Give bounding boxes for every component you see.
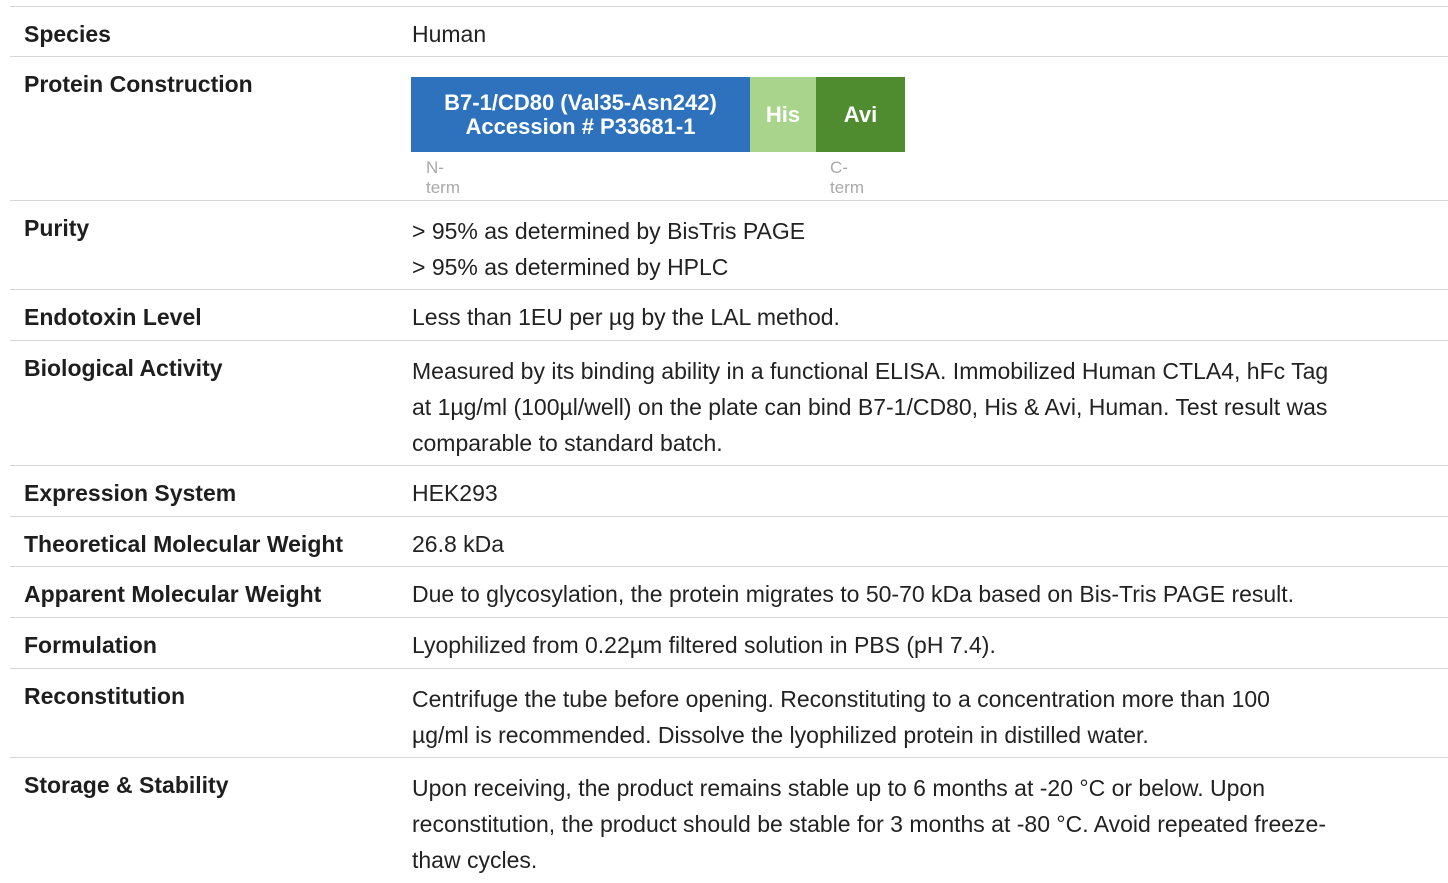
species-value: Human xyxy=(412,7,1448,56)
purity-line-page: > 95% as determined by BisTris PAGE xyxy=(412,218,806,244)
row-expression-system: Expression System HEK293 xyxy=(10,466,1448,517)
storage-stability-line-3: thaw cycles. xyxy=(412,847,538,873)
storage-stability-label: Storage & Stability xyxy=(24,772,229,798)
formulation-label: Formulation xyxy=(24,632,157,658)
expression-system-line: HEK293 xyxy=(412,480,498,506)
reconstitution-line-2: µg/ml is recommended. Dissolve the lyoph… xyxy=(412,722,1149,748)
n-term-label: N-term xyxy=(426,158,460,197)
purity-line-hplc: > 95% as determined by HPLC xyxy=(412,254,729,280)
expression-system-value: HEK293 xyxy=(412,466,1448,516)
apparent-molecular-weight-label: Apparent Molecular Weight xyxy=(24,581,322,607)
construct-segment-main: B7-1/CD80 (Val35-Asn242) Accession # P33… xyxy=(411,77,750,152)
expression-system-label: Expression System xyxy=(24,480,237,506)
apparent-molecular-weight-value: Due to glycosylation, the protein migrat… xyxy=(412,567,1448,617)
construct-main-name: B7-1/CD80 (Val35-Asn242) xyxy=(444,89,717,115)
construct-segment-avi: Avi xyxy=(816,77,905,152)
protein-construction-label: Protein Construction xyxy=(24,71,253,97)
row-theoretical-molecular-weight: Theoretical Molecular Weight 26.8 kDa xyxy=(10,517,1448,567)
apparent-molecular-weight-line: Due to glycosylation, the protein migrat… xyxy=(412,581,1295,607)
purity-label: Purity xyxy=(24,215,90,241)
construct-main-accession: Accession # P33681-1 xyxy=(465,113,696,139)
storage-stability-line-2: reconstitution, the product should be st… xyxy=(412,811,1326,837)
row-apparent-molecular-weight: Apparent Molecular Weight Due to glycosy… xyxy=(10,567,1448,618)
construct-avi-label: Avi xyxy=(843,101,878,127)
endotoxin-level-line: Less than 1EU per µg by the LAL method. xyxy=(412,304,840,330)
species-value-line: Human xyxy=(412,21,487,47)
biological-activity-line-1: Measured by its binding ability in a fun… xyxy=(412,358,1329,384)
row-purity: Purity > 95% as determined by BisTris PA… xyxy=(10,201,1448,290)
formulation-line: Lyophilized from 0.22µm filtered solutio… xyxy=(412,632,996,658)
reconstitution-line-1: Centrifuge the tube before opening. Reco… xyxy=(412,686,1270,712)
endotoxin-level-value: Less than 1EU per µg by the LAL method. xyxy=(412,290,1448,340)
row-storage-stability: Storage & Stability Upon receiving, the … xyxy=(10,758,1448,883)
biological-activity-label: Biological Activity xyxy=(24,355,223,381)
reconstitution-label: Reconstitution xyxy=(24,683,185,709)
biological-activity-line-2: at 1µg/ml (100µl/well) on the plate can … xyxy=(412,394,1328,420)
endotoxin-level-label: Endotoxin Level xyxy=(24,304,202,330)
biological-activity-line-3: comparable to standard batch. xyxy=(412,430,723,456)
row-formulation: Formulation Lyophilized from 0.22µm filt… xyxy=(10,618,1448,669)
species-label: Species xyxy=(24,21,111,47)
theoretical-molecular-weight-label: Theoretical Molecular Weight xyxy=(24,531,344,557)
row-reconstitution: Reconstitution Centrifuge the tube befor… xyxy=(10,669,1448,758)
row-biological-activity: Biological Activity Measured by its bind… xyxy=(10,341,1448,466)
row-species: Species Human xyxy=(10,7,1448,57)
theoretical-molecular-weight-value: 26.8 kDa xyxy=(412,517,1448,566)
theoretical-molecular-weight-line: 26.8 kDa xyxy=(412,531,505,557)
row-endotoxin-level: Endotoxin Level Less than 1EU per µg by … xyxy=(10,290,1448,341)
biological-activity-value: Measured by its binding ability in a fun… xyxy=(412,341,1448,465)
storage-stability-line-1: Upon receiving, the product remains stab… xyxy=(412,775,1265,801)
construct-his-label: His xyxy=(765,101,801,127)
c-term-label: C-term xyxy=(830,158,864,197)
formulation-value: Lyophilized from 0.22µm filtered solutio… xyxy=(412,618,1448,668)
purity-value: > 95% as determined by BisTris PAGE > 95… xyxy=(412,201,1448,289)
storage-stability-value: Upon receiving, the product remains stab… xyxy=(412,758,1448,883)
construct-bar: B7-1/CD80 (Val35-Asn242) Accession # P33… xyxy=(411,77,905,152)
construct-segment-his: His xyxy=(750,77,816,152)
reconstitution-value: Centrifuge the tube before opening. Reco… xyxy=(412,669,1448,757)
